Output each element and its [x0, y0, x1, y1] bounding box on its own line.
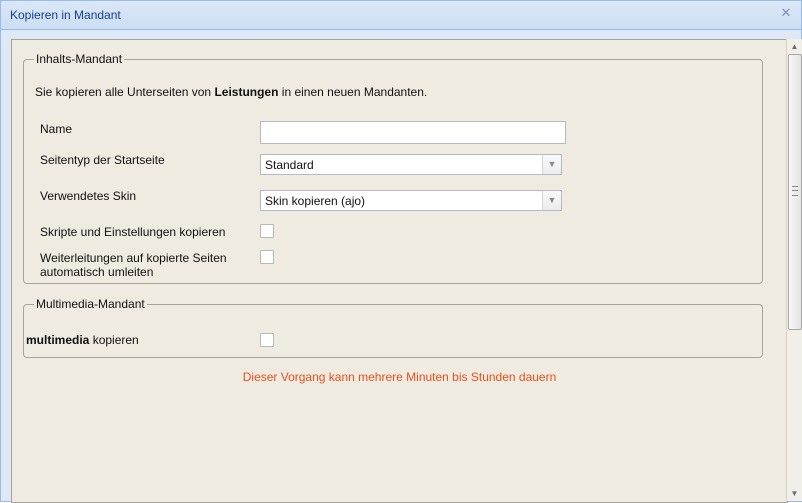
intro-source-page: Leistungen — [214, 85, 279, 99]
intro-suffix: in einen neuen Mandanten. — [278, 85, 428, 99]
close-icon[interactable]: ✕ — [779, 6, 793, 20]
seitentyp-select[interactable]: Standard ▼ — [260, 154, 562, 175]
multimedia-label-bold: multimedia — [26, 333, 90, 347]
scrollbar-thumb[interactable] — [788, 54, 802, 330]
inhalts-mandant-fieldset: Inhalts-Mandant Sie kopieren alle Unters… — [23, 52, 763, 284]
weiterleitungen-label-line2: automatisch umleiten — [40, 265, 154, 279]
skin-value: Skin kopieren (ajo) — [265, 194, 366, 208]
multimedia-label-suffix: kopieren — [89, 333, 139, 347]
intro-text: Sie kopieren alle Unterseiten von Leistu… — [35, 85, 427, 99]
scroll-down-icon[interactable]: ▼ — [788, 487, 801, 500]
seitentyp-value: Standard — [265, 158, 314, 172]
multimedia-checkbox[interactable] — [260, 333, 274, 347]
name-label: Name — [40, 122, 73, 136]
dialog-window: Kopieren in Mandant ✕ Inhalts-Mandant Si… — [0, 0, 802, 503]
skripte-checkbox[interactable] — [260, 224, 274, 238]
duration-notice: Dieser Vorgang kann mehrere Minuten bis … — [242, 370, 557, 384]
weiterleitungen-checkbox[interactable] — [260, 250, 274, 264]
name-input[interactable] — [260, 121, 566, 144]
multimedia-label: multimedia kopieren — [26, 333, 139, 347]
seitentyp-label: Seitentyp der Startseite — [40, 153, 165, 167]
multimedia-mandant-fieldset: Multimedia-Mandant multimedia kopieren — [23, 297, 763, 358]
skripte-label: Skripte und Einstellungen kopieren — [40, 225, 226, 239]
chevron-down-icon[interactable]: ▼ — [542, 155, 561, 174]
dialog-titlebar[interactable]: Kopieren in Mandant ✕ — [1, 1, 801, 30]
vertical-scrollbar[interactable]: ▲ ▼ — [786, 39, 802, 501]
intro-prefix: Sie kopieren alle Unterseiten von — [35, 85, 215, 99]
grip-icon — [792, 186, 798, 196]
multimedia-mandant-legend: Multimedia-Mandant — [36, 297, 145, 311]
skin-select[interactable]: Skin kopieren (ajo) ▼ — [260, 190, 562, 211]
skin-label: Verwendetes Skin — [40, 189, 137, 203]
weiterleitungen-label: Weiterleitungen auf kopierte Seiten autom… — [40, 251, 227, 279]
inhalts-mandant-legend: Inhalts-Mandant — [36, 52, 123, 66]
dialog-content: Inhalts-Mandant Sie kopieren alle Unters… — [11, 39, 788, 503]
dialog-title: Kopieren in Mandant — [10, 8, 121, 22]
chevron-down-icon[interactable]: ▼ — [542, 191, 561, 210]
weiterleitungen-label-line1: Weiterleitungen auf kopierte Seiten — [40, 251, 227, 265]
scroll-up-icon[interactable]: ▲ — [788, 40, 801, 53]
